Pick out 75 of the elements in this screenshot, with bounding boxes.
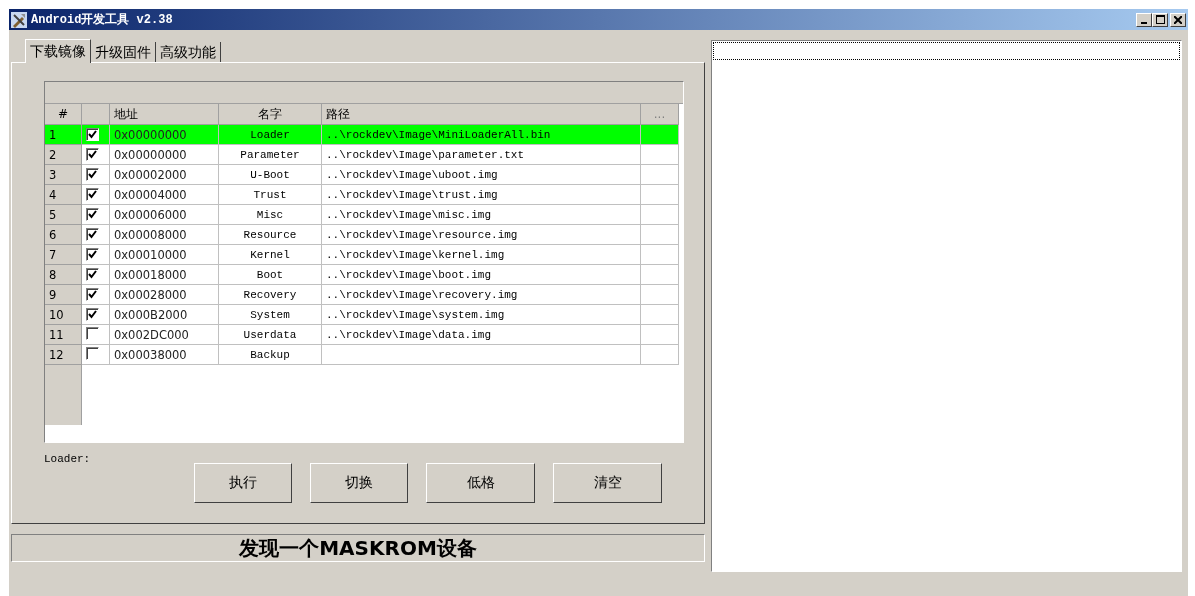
window-title: Android开发工具 v2.38 [31, 12, 173, 28]
path-cell: ..\rockdev\Image\misc.img [326, 208, 492, 221]
row-number: 10 [45, 304, 82, 325]
name-cell: Parameter [218, 144, 322, 165]
column-header: ... [640, 104, 679, 125]
close-button[interactable] [1170, 12, 1186, 27]
name-cell: Kernel [218, 244, 322, 265]
checkbox[interactable] [86, 307, 99, 321]
checkbox[interactable] [86, 127, 99, 141]
address-cell: 0x00038000 [109, 344, 219, 365]
close-icon [1174, 15, 1182, 24]
address-cell: 0x00006000 [109, 204, 219, 225]
path-cell: ..\rockdev\Image\parameter.txt [326, 148, 525, 161]
address-cell: 0x00028000 [109, 284, 219, 305]
name-cell: Resource [218, 224, 322, 245]
row-number: 11 [45, 324, 82, 345]
column-header: 地址 [109, 104, 219, 125]
checkbox[interactable] [86, 167, 99, 181]
address-cell: 0x00004000 [109, 184, 219, 205]
action-button[interactable]: 低格 [426, 463, 535, 503]
path-cell: ..\rockdev\Image\resource.img [326, 228, 518, 241]
tools-icon [11, 11, 27, 28]
path-cell: ..\rockdev\Image\boot.img [326, 268, 492, 281]
name-cell: U-Boot [218, 164, 322, 185]
row-number: 12 [45, 344, 82, 365]
checkbox[interactable] [86, 187, 99, 201]
path-cell: ..\rockdev\Image\trust.img [326, 188, 498, 201]
column-header: 路径 [321, 104, 641, 125]
row-number: 1 [45, 124, 82, 145]
path-cell: ..\rockdev\Image\data.img [326, 328, 492, 341]
maximize-button[interactable] [1152, 12, 1168, 27]
address-cell: 0x00018000 [109, 264, 219, 285]
address-cell: 0x002DC000 [109, 324, 219, 345]
action-button[interactable]: 切换 [310, 463, 408, 503]
name-cell: Boot [218, 264, 322, 285]
row-number: 8 [45, 264, 82, 285]
row-number: 2 [45, 144, 82, 165]
path-cell: ..\rockdev\Image\system.img [326, 308, 505, 321]
loader-label: Loader: [44, 453, 92, 467]
checkbox[interactable] [86, 247, 99, 261]
tab[interactable]: 下载镜像 [25, 39, 91, 63]
name-cell: Recovery [218, 284, 322, 305]
path-cell: ..\rockdev\Image\kernel.img [326, 248, 505, 261]
path-cell: ..\rockdev\Image\recovery.img [326, 288, 518, 301]
column-header: 名字 [218, 104, 322, 125]
row-number: 4 [45, 184, 82, 205]
name-cell: Backup [218, 344, 322, 365]
checkbox[interactable] [86, 287, 99, 301]
minimize-icon [1141, 21, 1147, 24]
name-cell: System [218, 304, 322, 325]
name-cell: Misc [218, 204, 322, 225]
address-cell: 0x000B2000 [109, 304, 219, 325]
row-number: 3 [45, 164, 82, 185]
row-number: 9 [45, 284, 82, 305]
row-number: 6 [45, 224, 82, 245]
action-button[interactable]: 执行 [194, 463, 292, 503]
maximize-icon [1155, 15, 1165, 24]
action-button[interactable]: 清空 [553, 463, 662, 503]
column-header: # [45, 104, 82, 125]
address-cell: 0x00002000 [109, 164, 219, 185]
minimize-button[interactable] [1136, 12, 1152, 27]
checkbox[interactable] [86, 147, 99, 161]
checkbox[interactable] [86, 207, 99, 221]
row-number: 5 [45, 204, 82, 225]
path-cell: ..\rockdev\Image\MiniLoaderAll.bin [326, 128, 551, 141]
address-cell: 0x00008000 [109, 224, 219, 245]
row-number: 7 [45, 244, 82, 265]
path-cell: ..\rockdev\Image\uboot.img [326, 168, 498, 181]
checkbox[interactable] [86, 267, 99, 281]
address-cell: 0x00010000 [109, 244, 219, 265]
checkbox[interactable] [86, 227, 99, 241]
name-cell: Trust [218, 184, 322, 205]
name-cell: Userdata [218, 324, 322, 345]
address-cell: 0x00000000 [109, 144, 219, 165]
status-text: 发现一个MASKROM设备 [239, 534, 477, 562]
